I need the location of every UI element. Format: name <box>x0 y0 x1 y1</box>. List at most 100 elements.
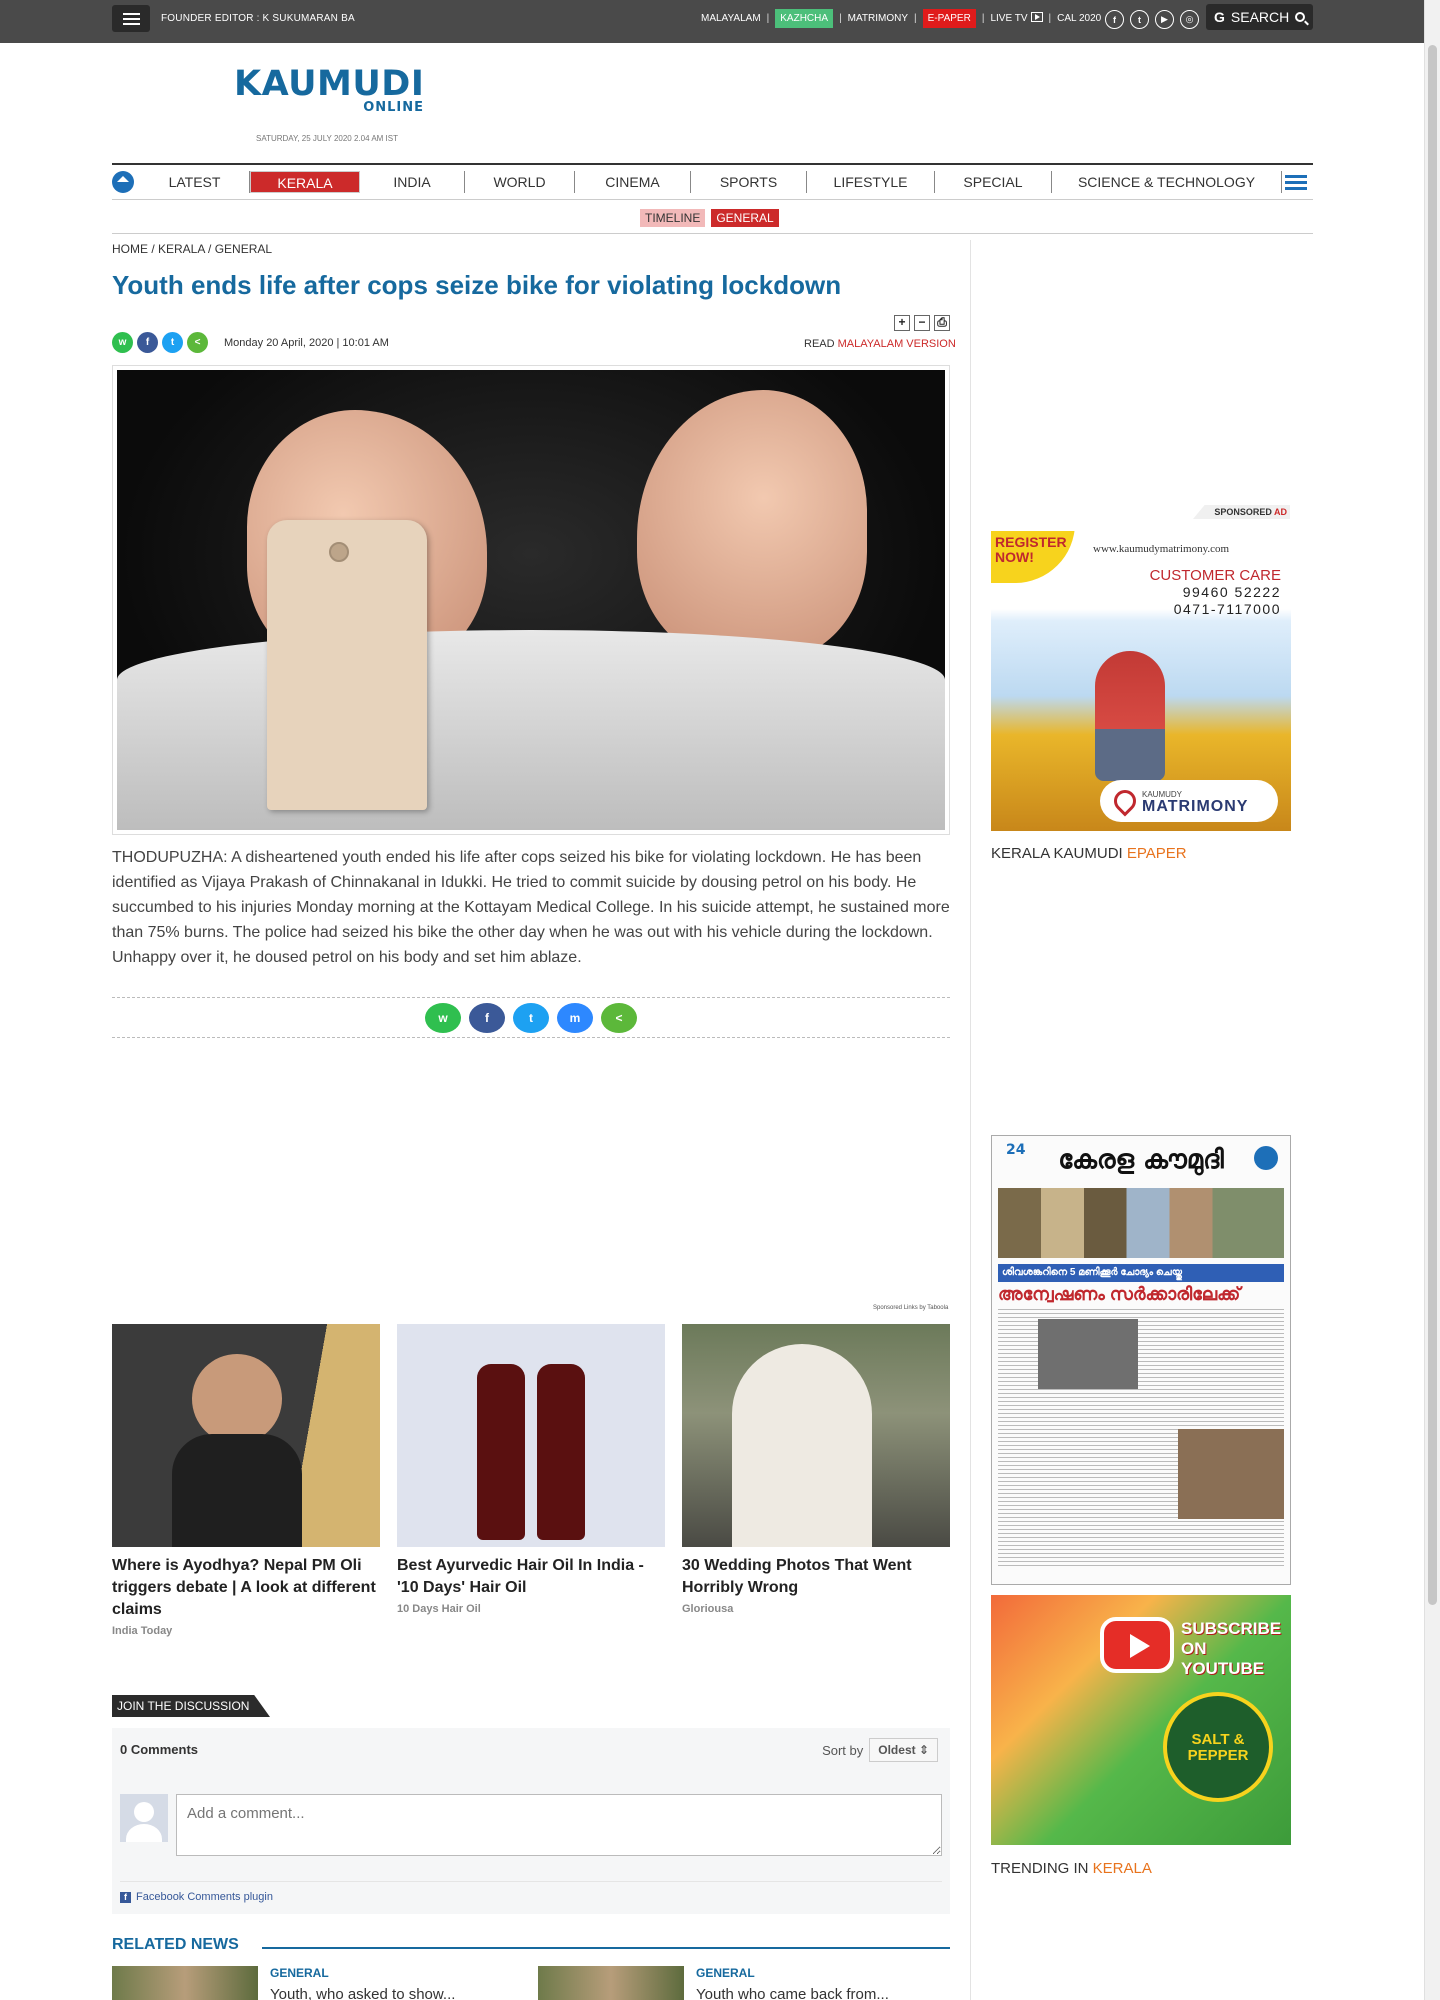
whatsapp-icon[interactable]: w <box>112 332 133 353</box>
related-category[interactable]: GENERAL <box>696 1966 889 1980</box>
nav-item-special[interactable]: SPECIAL <box>935 171 1052 193</box>
promo-title[interactable]: Where is Ayodhya? Nepal PM Oli triggers … <box>112 1555 380 1621</box>
instagram-icon[interactable]: ◎ <box>1180 10 1199 29</box>
read-malayalam-version[interactable]: READ MALAYALAM VERSION <box>804 338 956 350</box>
article-headline: Youth ends life after cops seize bike fo… <box>112 270 842 300</box>
promo-title[interactable]: 30 Wedding Photos That Went Horribly Wro… <box>682 1555 950 1599</box>
comments-box: 0 Comments Sort by Oldest ⇕ f Facebook C… <box>112 1728 950 1914</box>
facebook-share-icon[interactable]: f <box>469 1003 505 1033</box>
link-kazhcha[interactable]: KAZHCHA <box>775 8 834 28</box>
matrimony-url: www.kaumudymatrimony.com <box>1093 543 1230 555</box>
related-title[interactable]: Youth, who asked to show... <box>270 1986 455 2000</box>
avatar <box>120 1794 168 1842</box>
print-icon[interactable]: ⎙ <box>934 315 950 331</box>
epaper-thumbnail[interactable]: 24 കേരള കൗമുദി ശിവശങ്കറിനെ 5 മണിക്കൂർ ചോ… <box>991 1135 1291 1585</box>
seal-icon <box>1254 1146 1278 1170</box>
paper-masthead: 24 കേരള കൗമുദി <box>992 1136 1290 1184</box>
search-icon <box>1295 12 1306 22</box>
twitter-share-icon[interactable]: t <box>513 1003 549 1033</box>
scrollbar[interactable] <box>1424 0 1440 2000</box>
promo-image[interactable] <box>682 1324 950 1547</box>
related-title[interactable]: Youth who came back from... <box>696 1986 889 2000</box>
font-decrease-button[interactable]: − <box>914 315 930 331</box>
nav-item-science-technology[interactable]: SCIENCE & TECHNOLOGY <box>1052 171 1282 193</box>
share-row: w f t < Monday 20 April, 2020 | 10:01 AM <box>112 332 389 353</box>
link-matrimony[interactable]: MATRIMONY <box>848 13 908 24</box>
promo-image[interactable] <box>397 1324 665 1547</box>
nav-item-kerala[interactable]: KERALA <box>250 171 360 193</box>
promo-title[interactable]: Best Ayurvedic Hair Oil In India - '10 D… <box>397 1555 665 1599</box>
subnav-general[interactable]: GENERAL <box>711 209 779 227</box>
link-calendar[interactable]: CAL 2020 <box>1057 13 1101 24</box>
promo-image[interactable] <box>112 1324 380 1547</box>
related-thumbnail[interactable] <box>538 1966 684 2000</box>
promo-source: India Today <box>112 1625 173 1637</box>
promo-source: Gloriousa <box>682 1603 734 1615</box>
current-date: SATURDAY, 25 JULY 2020 2.04 AM IST <box>256 134 398 143</box>
facebook-icon[interactable]: f <box>1105 10 1124 29</box>
register-now-badge: REGISTER NOW! <box>991 531 1075 583</box>
share-icon[interactable]: < <box>187 332 208 353</box>
link-epaper[interactable]: E-PAPER <box>922 8 976 28</box>
related-item[interactable]: GENERAL Youth who came back from... <box>538 1966 889 2000</box>
comment-input[interactable] <box>176 1794 942 1856</box>
divider <box>112 1037 950 1038</box>
sponsored-ad-label: SPONSORED AD <box>1193 505 1290 519</box>
font-increase-button[interactable]: + <box>894 315 910 331</box>
share-icon[interactable]: < <box>601 1003 637 1033</box>
search-button[interactable]: G SEARCH <box>1206 4 1313 30</box>
site-logo[interactable]: KAUMUDI ONLINE <box>234 66 424 115</box>
whatsapp-icon[interactable]: w <box>425 1003 461 1033</box>
divider <box>262 1947 950 1949</box>
nav-item-lifestyle[interactable]: LIFESTYLE <box>807 171 935 193</box>
related-news-heading: RELATED NEWS <box>112 1936 239 1953</box>
nav-item-sports[interactable]: SPORTS <box>691 171 807 193</box>
join-discussion-label: JOIN THE DISCUSSION <box>112 1695 270 1717</box>
related-thumbnail[interactable] <box>112 1966 258 2000</box>
top-links: MALAYALAM | KAZHCHA | MATRIMONY | E-PAPER | … <box>701 8 1101 28</box>
facebook-icon: f <box>120 1891 131 1903</box>
comment-count: 0 Comments <box>120 1742 199 1757</box>
promo-card[interactable]: Where is Ayodhya? Nepal PM Oli triggers … <box>112 1324 380 1637</box>
breadcrumb[interactable]: HOME / KERALA / GENERAL <box>112 242 272 256</box>
search-label: SEARCH <box>1230 9 1290 25</box>
toe-tag-graphic <box>267 520 427 810</box>
facebook-comments-plugin-link[interactable]: f Facebook Comments plugin <box>120 1891 273 1903</box>
nav-item-world[interactable]: WORLD <box>465 171 575 193</box>
bottom-share-bar: w f t m < <box>425 1003 637 1033</box>
link-live-tv[interactable]: LIVE TV <box>990 12 1043 24</box>
divider <box>112 233 1313 234</box>
hamburger-menu-button[interactable] <box>112 5 150 32</box>
promo-card[interactable]: 30 Wedding Photos That Went Horribly Wro… <box>682 1324 950 1615</box>
epaper-heading[interactable]: KERALA KAUMUDI EPAPER <box>991 845 1187 862</box>
paper-strip-headline: ശിവശങ്കറിനെ 5 മണിക്കൂർ ചോദ്യം ചെയ്തു <box>998 1264 1284 1282</box>
messenger-icon[interactable]: m <box>557 1003 593 1033</box>
related-category[interactable]: GENERAL <box>270 1966 455 1980</box>
couple-illustration <box>1095 651 1165 781</box>
nav-item-latest[interactable]: LATEST <box>140 171 250 193</box>
nav-item-cinema[interactable]: CINEMA <box>575 171 691 193</box>
more-menu-icon[interactable] <box>1285 174 1307 190</box>
scrollbar-thumb[interactable] <box>1428 45 1437 1605</box>
twitter-icon[interactable]: t <box>1130 10 1149 29</box>
youtube-icon[interactable]: ▶ <box>1155 10 1174 29</box>
related-item[interactable]: GENERAL Youth, who asked to show... <box>112 1966 455 2000</box>
trending-heading[interactable]: TRENDING IN KERALA <box>991 1860 1152 1877</box>
divider <box>112 997 950 998</box>
matrimony-logo: KAUMUDY MATRIMONY <box>1100 780 1278 822</box>
twitter-share-icon[interactable]: t <box>162 332 183 353</box>
link-malayalam[interactable]: MALAYALAM <box>701 13 761 24</box>
publish-date: Monday 20 April, 2020 | 10:01 AM <box>224 336 389 349</box>
facebook-share-icon[interactable]: f <box>137 332 158 353</box>
article-body: THODUPUZHA: A disheartened youth ended h… <box>112 849 950 966</box>
sort-select[interactable]: Oldest ⇕ <box>869 1738 938 1762</box>
matrimony-ad[interactable]: REGISTER NOW! www.kaumudymatrimony.com C… <box>991 531 1291 831</box>
promo-card[interactable]: Best Ayurvedic Hair Oil In India - '10 D… <box>397 1324 665 1615</box>
sort-control: Sort by Oldest ⇕ <box>822 1738 938 1762</box>
youtube-subscribe-ad[interactable]: SUBSCRIBE ON YOUTUBE SALT & PEPPER <box>991 1595 1291 1845</box>
home-icon[interactable] <box>112 171 134 193</box>
nav-item-india[interactable]: INDIA <box>360 171 465 193</box>
subnav-timeline[interactable]: TIMELINE <box>640 209 706 227</box>
divider <box>120 1881 942 1882</box>
sponsored-links-label[interactable]: Sponsored Links by Taboola <box>873 1305 948 1311</box>
